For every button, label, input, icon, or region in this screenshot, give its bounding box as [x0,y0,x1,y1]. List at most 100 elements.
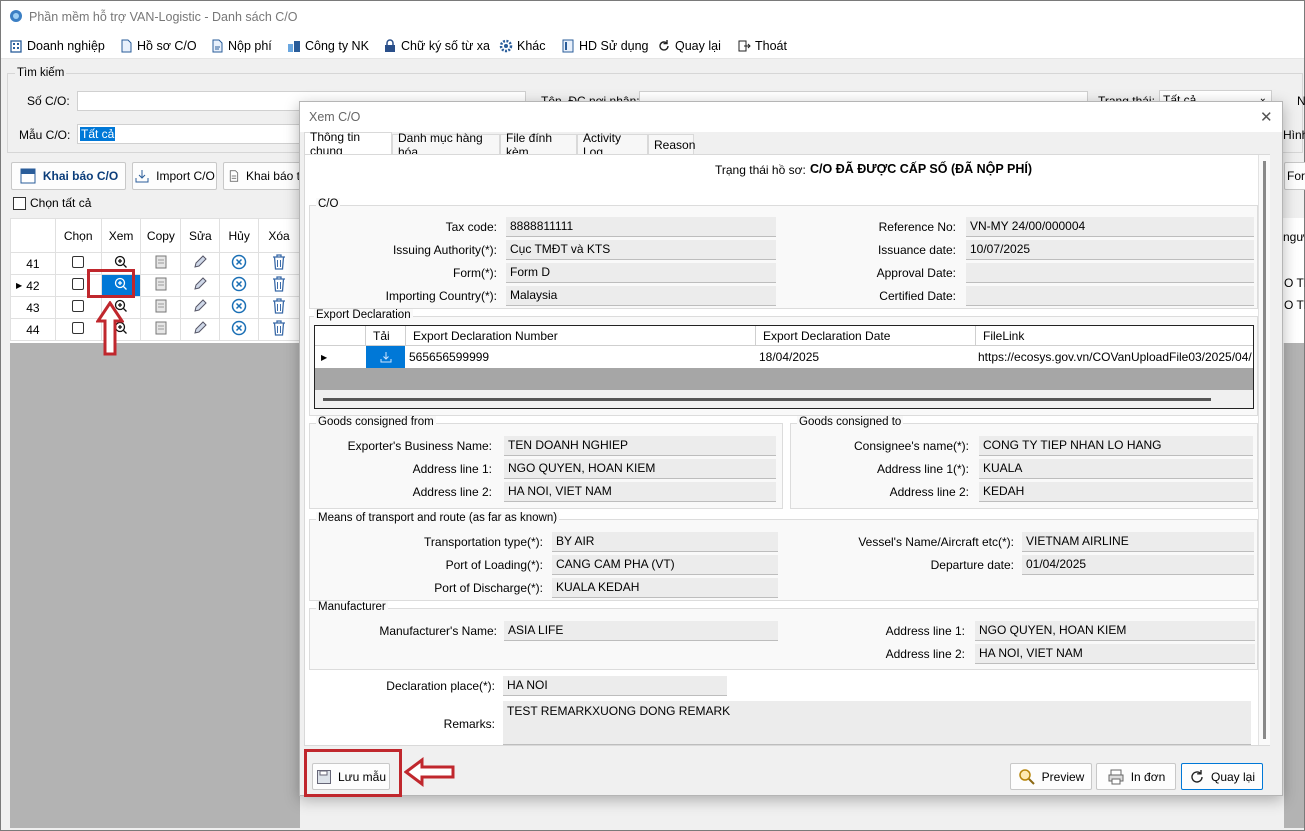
table-row[interactable]: ▶ 42 [10,274,300,297]
row-number-header [10,218,56,253]
copy-icon[interactable] [140,274,182,297]
search-group-title: Tìm kiếm [15,67,67,79]
cancel-circle-icon[interactable] [219,296,260,319]
menu-doanh-nghiep[interactable]: Doanh nghiệp [9,37,105,55]
tab-activity-log[interactable]: Activity Log [577,131,648,159]
consignee-address-2-field[interactable]: KEDAH [979,482,1253,502]
transportation-type-field[interactable]: BY AIR [552,532,778,552]
form-field[interactable]: Form D [506,263,776,283]
manufacturer-section: Manufacturer Manufacturer's Name: ASIA L… [309,601,1258,670]
port-of-loading-field[interactable]: CANG CAM PHA (VT) [552,555,778,575]
trash-icon[interactable] [258,274,300,297]
horizontal-scrollbar[interactable] [315,390,1253,408]
certified-date-field[interactable] [966,286,1254,306]
copy-icon[interactable] [140,318,182,341]
departure-date-field[interactable]: 01/04/2025 [1022,555,1254,575]
vertical-scrollbar[interactable] [1258,155,1270,745]
menu-nop-phi[interactable]: Nộp phí [210,37,272,55]
declaration-place-field[interactable]: HA NOI [503,676,727,696]
preview-button[interactable]: Preview [1010,763,1092,790]
view-co-dialog: Xem C/O ✕ Thông tin chung Danh mục hàng … [299,101,1283,796]
issuing-authority-field[interactable]: Cục TMĐT và KTS [506,240,776,260]
dialog-title: Xem C/O [309,110,361,124]
checkbox-box [13,196,26,210]
clipped-label-n: N [1297,94,1305,108]
cancel-circle-icon[interactable] [219,318,260,341]
exporter-address-1-field[interactable]: NGO QUYEN, HOAN KIEM [504,459,776,479]
export-declaration-section: Export Declaration Tải Export Declaratio… [309,309,1258,416]
table-row[interactable]: 43 [10,296,300,319]
row-checkbox[interactable] [54,296,102,319]
approval-date-field[interactable] [966,263,1254,283]
consignee-address-1-field[interactable]: KUALA [979,459,1253,479]
menu-hd-su-dung[interactable]: HD Sử dụng [561,37,649,55]
edit-pencil-icon[interactable] [180,296,221,319]
tab-reason[interactable]: Reason [648,134,695,154]
app-logo-icon [10,10,22,22]
select-all-checkbox[interactable]: Chọn tất cả [13,196,91,210]
window-title: Phần mềm hỗ trợ VAN-Logistic - Danh sách… [29,10,298,24]
tab-file-dinh-kem[interactable]: File đính kèm [500,131,577,159]
manufacturer-name-field[interactable]: ASIA LIFE [504,621,778,641]
header-decl-number: Export Declaration Number [413,329,558,343]
edit-pencil-icon[interactable] [180,252,221,275]
highlight-save-template-box [304,749,402,797]
importing-country-field[interactable]: Malaysia [506,286,776,306]
trash-icon[interactable] [258,296,300,319]
menu-quay-lai[interactable]: Quay lại [657,37,721,55]
cancel-circle-icon[interactable] [219,252,260,275]
close-icon[interactable]: ✕ [1260,108,1273,126]
clipped-cell: O TI [1284,298,1305,312]
back-button[interactable]: Quay lại [1181,763,1263,790]
menu-thoat[interactable]: Thoát [737,37,787,55]
up-arrow-annotation-icon [96,301,124,356]
tax-code-field[interactable]: 8888811111 [506,217,776,237]
reference-no-field[interactable]: VN-MY 24/00/000004 [966,217,1254,237]
issuance-date-field[interactable]: 10/07/2025 [966,240,1254,260]
manufacturer-address-2-field[interactable]: HA NOI, VIET NAM [975,644,1255,664]
mau-co-select[interactable]: Tất cả [77,124,302,144]
clipped-label-hinh: Hình [1283,128,1305,142]
scrollbar-thumb[interactable] [323,398,1211,401]
edit-pencil-icon[interactable] [180,318,221,341]
copy-icon[interactable] [140,296,182,319]
copy-icon[interactable] [140,252,182,275]
vessel-name-field[interactable]: VIETNAM AIRLINE [1022,532,1254,552]
menu-chu-ky-so[interactable]: Chữ ký số từ xa [383,37,490,55]
manufacturer-address-1-field[interactable]: NGO QUYEN, HOAN KIEM [975,621,1255,641]
consignee-name-field[interactable]: CONG TY TIEP NHAN LO HANG [979,436,1253,456]
lock-icon [385,39,395,52]
khai-bao-t-button[interactable]: Khai báo t [223,162,301,190]
title-bar: Phần mềm hỗ trợ VAN-Logistic - Danh sách… [1,1,1304,33]
exporter-address-2-field[interactable]: HA NOI, VIET NAM [504,482,776,502]
tab-danh-muc-hang-hoa[interactable]: Danh mục hàng hóa [392,131,500,159]
table-row[interactable]: 41 [10,252,300,275]
import-co-button[interactable]: Import C/O [132,162,217,190]
edit-pencil-icon[interactable] [180,274,221,297]
exporter-name-field[interactable]: TEN DOANH NGHIEP [504,436,776,456]
menu-cong-ty-nk[interactable]: Công ty NK [287,37,369,55]
trash-icon[interactable] [258,318,300,341]
menu-khac[interactable]: Khác [499,37,546,55]
export-declaration-grid: Tải Export Declaration Number Export Dec… [314,325,1254,409]
print-button[interactable]: In đơn [1096,763,1176,790]
payment-icon [212,39,223,53]
current-row-arrow-icon: ▶ [321,353,328,362]
form-button-clipped[interactable]: Form [1284,162,1305,190]
row-checkbox[interactable] [54,318,102,341]
help-icon [562,39,574,53]
header-chon: Chọn [54,218,102,253]
filelink-cell[interactable]: https://ecosys.gov.vn/COVanUploadFile03/… [978,350,1252,364]
trash-icon[interactable] [258,252,300,275]
scrollbar-thumb[interactable] [1263,161,1266,739]
menu-ho-so-co[interactable]: Hồ sơ C/O [119,37,197,55]
cancel-circle-icon[interactable] [219,274,260,297]
remarks-field[interactable]: TEST REMARKXUONG DONG REMARK [503,701,1251,745]
tab-thong-tin-chung[interactable]: Thông tin chung [304,130,392,158]
download-icon[interactable] [366,346,405,368]
magnifier-icon [1018,768,1035,785]
table-row[interactable]: 44 [10,318,300,341]
khai-bao-co-button[interactable]: Khai báo C/O [11,162,126,190]
clipped-header-nguoi: người [1283,230,1305,244]
port-of-discharge-field[interactable]: KUALA KEDAH [552,578,778,598]
